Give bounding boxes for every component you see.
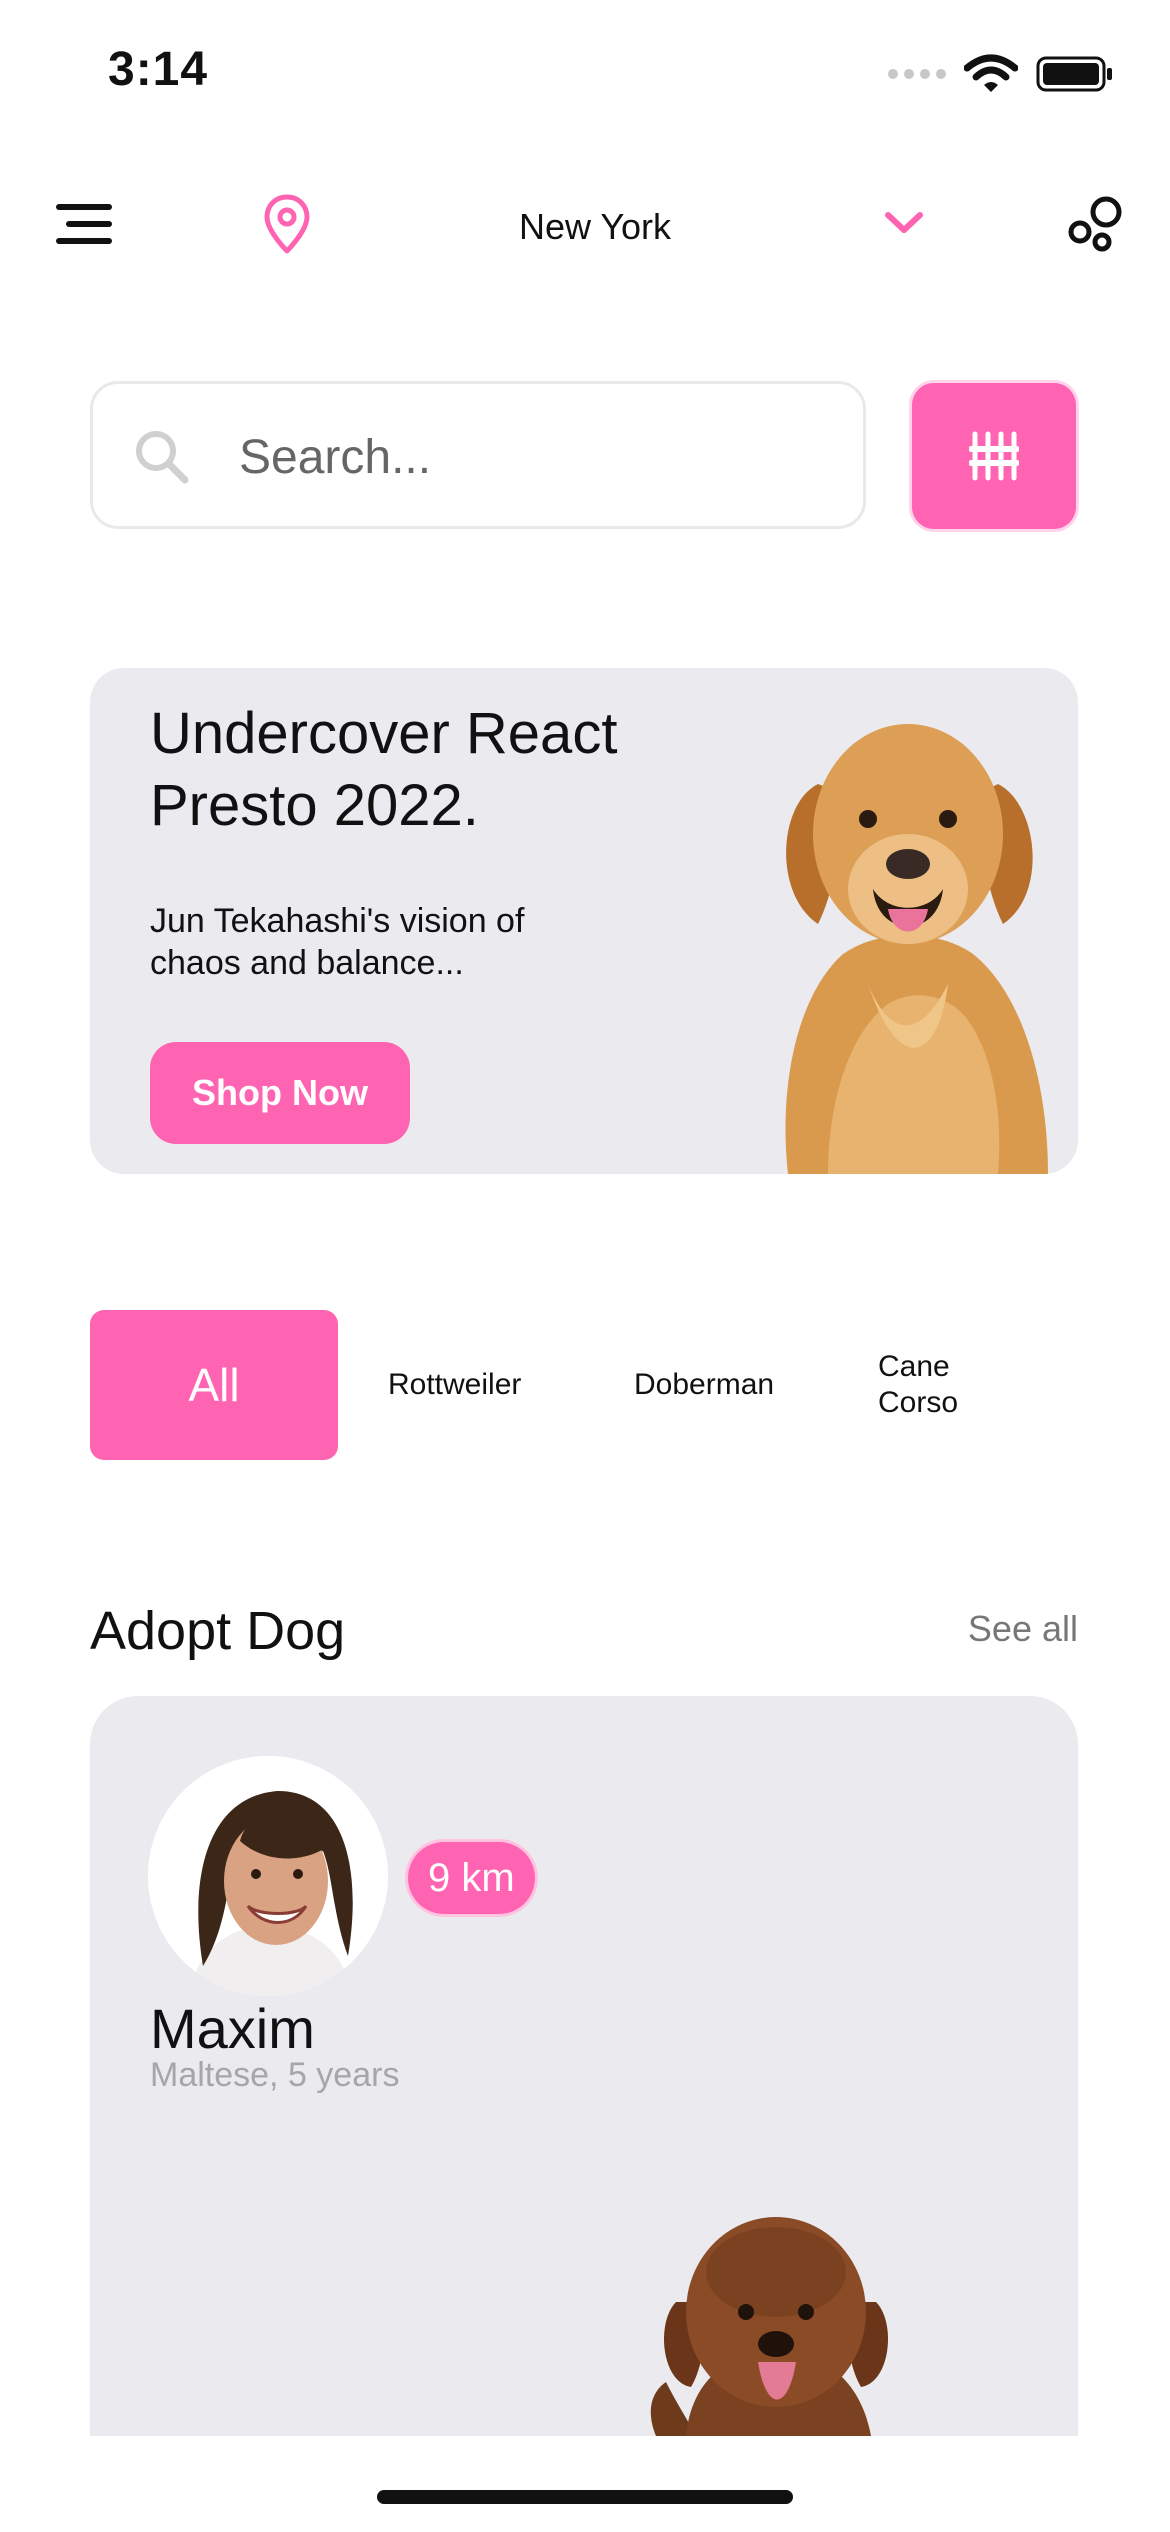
search-input[interactable] xyxy=(237,418,821,496)
circles-icon[interactable] xyxy=(1066,194,1126,254)
battery-icon xyxy=(1036,56,1112,92)
distance-badge: 9 km xyxy=(408,1842,535,1914)
filter-button[interactable] xyxy=(912,383,1076,529)
category-tabs: All Rottweiler Doberman Cane Corso xyxy=(90,1310,1090,1460)
bottom-safe-area xyxy=(0,2436,1170,2532)
city-selector-label[interactable]: New York xyxy=(460,206,730,248)
status-bar: 3:14 xyxy=(0,0,1170,150)
owner-photo xyxy=(148,1756,388,1996)
status-time: 3:14 xyxy=(108,43,209,96)
tab-cane-corso[interactable]: Cane Corso xyxy=(878,1310,988,1460)
tab-rottweiler[interactable]: Rottweiler xyxy=(388,1310,521,1460)
adopt-dog-card[interactable]: 9 km Maxim Maltese, 5 years xyxy=(90,1696,1078,2436)
search-box[interactable] xyxy=(90,381,866,529)
tab-doberman[interactable]: Doberman xyxy=(634,1310,774,1460)
dog-details: Maltese, 5 years xyxy=(150,2056,400,2094)
menu-icon[interactable] xyxy=(56,204,112,244)
dog-name: Maxim xyxy=(150,1997,315,2060)
shop-now-button[interactable]: Shop Now xyxy=(150,1042,410,1144)
search-icon xyxy=(136,431,189,484)
wifi-icon xyxy=(964,54,1018,92)
see-all-link[interactable]: See all xyxy=(968,1608,1078,1650)
promo-subtitle: Jun Tekahashi's vision of chaos and bala… xyxy=(150,902,525,982)
cellular-signal-icon xyxy=(888,69,946,79)
section-title: Adopt Dog xyxy=(90,1601,346,1661)
promo-title: Undercover React Presto 2022. xyxy=(150,701,618,838)
golden-retriever-image xyxy=(785,724,1048,1174)
status-icons xyxy=(888,54,1114,94)
sliders-icon xyxy=(969,431,1019,481)
doodle-dog-image xyxy=(650,2217,888,2436)
tab-all[interactable]: All xyxy=(90,1310,338,1460)
chevron-down-icon[interactable] xyxy=(884,210,924,236)
map-pin-icon[interactable] xyxy=(264,194,310,254)
promo-banner: Undercover React Presto 2022. Jun Tekaha… xyxy=(90,668,1078,1174)
header: New York xyxy=(0,180,1170,270)
avatar xyxy=(148,1756,388,1996)
home-indicator[interactable] xyxy=(377,2490,793,2504)
